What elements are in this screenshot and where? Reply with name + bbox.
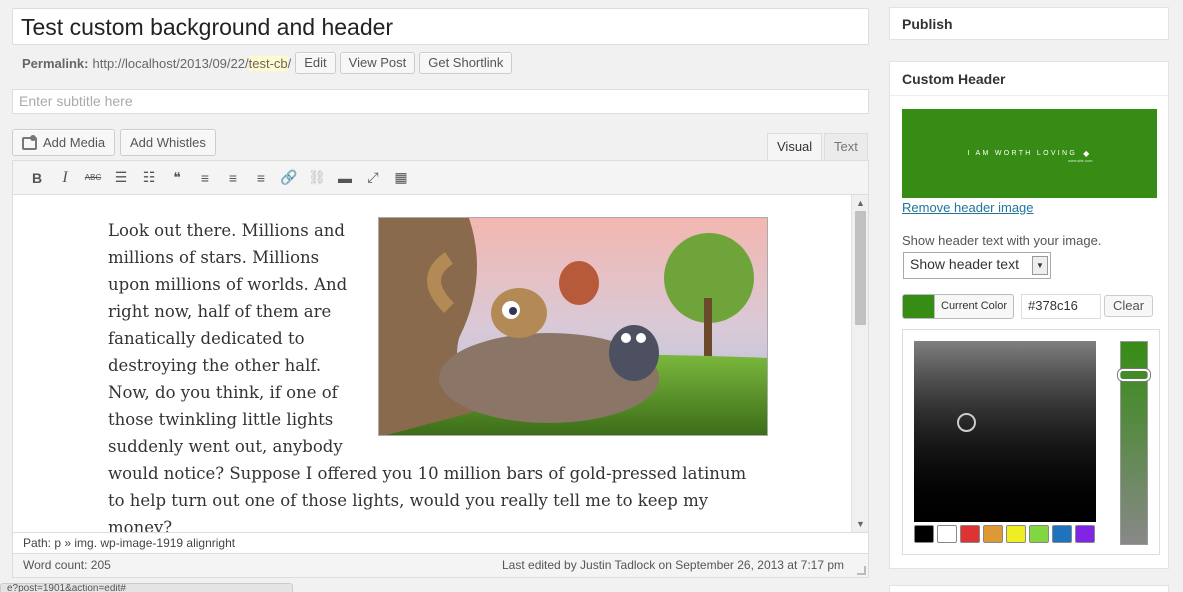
add-whistles-label: Add Whistles	[130, 135, 206, 150]
insert-link-icon[interactable]: 🔗	[275, 164, 303, 192]
show-header-select[interactable]: Show header text ▼	[903, 252, 1051, 279]
spectrum-handle[interactable]	[957, 413, 976, 432]
color-palette	[914, 525, 1098, 543]
show-header-select-value: Show header text	[910, 256, 1019, 272]
edit-permalink-button[interactable]: Edit	[295, 52, 336, 74]
editor-toolbar: B I ABC ☰ ☷ ❝ ≡ ≡ ≡ 🔗 ⛓ ▬ ⤢ ▦	[12, 160, 869, 195]
chevron-down-icon[interactable]: ▼	[1032, 256, 1048, 275]
fullscreen-icon[interactable]: ⤢	[359, 164, 387, 192]
editor-path: Path: p » img. wp-image-1919 alignright	[12, 532, 869, 554]
tab-text[interactable]: Text	[824, 133, 868, 160]
view-post-button[interactable]: View Post	[339, 52, 416, 74]
palette-swatch[interactable]	[1006, 525, 1026, 543]
editor-statusbar: Word count: 205 Last edited by Justin Ta…	[12, 554, 869, 578]
add-media-button[interactable]: Add Media	[12, 129, 116, 156]
remove-header-link[interactable]: Remove header image	[902, 200, 1034, 215]
current-color-button[interactable]: Current Color	[902, 293, 1015, 319]
last-edited: Last edited by Justin Tadlock on Septemb…	[502, 558, 844, 572]
color-spectrum[interactable]	[914, 341, 1096, 522]
scroll-up-arrow-icon[interactable]: ▲	[852, 195, 868, 211]
add-media-label: Add Media	[43, 135, 106, 150]
read-more-icon[interactable]: ▬	[331, 164, 359, 192]
italic-icon[interactable]: I	[51, 164, 79, 192]
header-image-text: I AM WORTH LOVING	[967, 150, 1078, 157]
header-image-preview: I AM WORTH LOVING ◆ www.site.com	[902, 109, 1157, 198]
permalink-slug[interactable]: test-cb	[248, 55, 288, 71]
add-whistles-button[interactable]: Add Whistles	[120, 129, 216, 156]
color-picker-panel	[902, 329, 1160, 555]
permalink-trailing: /	[287, 55, 292, 71]
palette-swatch[interactable]	[937, 525, 957, 543]
custom-header-title[interactable]: Custom Header	[890, 62, 1168, 96]
resize-handle-icon[interactable]	[857, 566, 866, 575]
scroll-down-arrow-icon[interactable]: ▼	[852, 516, 868, 532]
clear-color-button[interactable]: Clear	[1104, 295, 1154, 317]
subtitle-input[interactable]: Enter subtitle here	[12, 89, 869, 114]
align-left-icon[interactable]: ≡	[191, 164, 219, 192]
palette-swatch[interactable]	[983, 525, 1003, 543]
color-picker-row: Current Color #378c16 Clear	[902, 293, 1154, 319]
blockquote-icon[interactable]: ❝	[163, 164, 191, 192]
publish-title[interactable]: Publish	[890, 8, 1168, 41]
bold-icon[interactable]: B	[23, 164, 51, 192]
editor-body[interactable]: Look out there. Millions and millions of…	[108, 217, 768, 532]
unlink-icon[interactable]: ⛓	[303, 164, 331, 192]
add-media-icon	[22, 135, 38, 150]
palette-swatch[interactable]	[914, 525, 934, 543]
next-sidebar-box	[889, 585, 1169, 592]
header-image-subtext: www.site.com	[1068, 158, 1093, 163]
show-header-label: Show header text with your image.	[902, 233, 1102, 248]
strip-handle[interactable]	[1118, 369, 1150, 381]
diamond-icon: ◆	[1083, 149, 1092, 158]
align-center-icon[interactable]: ≡	[219, 164, 247, 192]
custom-header-box: Custom Header I AM WORTH LOVING ◆ www.si…	[889, 61, 1169, 569]
bullet-list-icon[interactable]: ☰	[107, 164, 135, 192]
animated-squirrels-image	[379, 218, 767, 435]
scroll-thumb[interactable]	[855, 211, 866, 325]
palette-swatch[interactable]	[1029, 525, 1049, 543]
numbered-list-icon[interactable]: ☷	[135, 164, 163, 192]
align-right-icon[interactable]: ≡	[247, 164, 275, 192]
current-color-swatch	[903, 294, 935, 318]
permalink-row: Permalink: http://localhost/2013/09/22/t…	[22, 51, 513, 75]
kitchen-sink-icon[interactable]: ▦	[387, 164, 415, 192]
publish-box: Publish	[889, 7, 1169, 40]
permalink-base: http://localhost/2013/09/22/	[92, 55, 249, 71]
strikethrough-icon[interactable]: ABC	[79, 164, 107, 192]
post-title-input[interactable]: Test custom background and header	[12, 8, 869, 45]
permalink-label: Permalink:	[22, 55, 89, 71]
bottom-status-tab: e?post=1901&action=edit#	[0, 583, 293, 592]
palette-swatch[interactable]	[1075, 525, 1095, 543]
spectrum-shade	[914, 341, 1096, 522]
post-image[interactable]	[378, 217, 768, 436]
editor-scrollbar[interactable]: ▲ ▼	[851, 195, 868, 532]
tab-visual[interactable]: Visual	[767, 133, 823, 160]
get-shortlink-button[interactable]: Get Shortlink	[419, 52, 513, 74]
color-strip-slider[interactable]	[1118, 341, 1150, 545]
hex-color-input[interactable]: #378c16	[1021, 293, 1102, 319]
editor-content-area[interactable]: Look out there. Millions and millions of…	[12, 195, 869, 532]
palette-swatch[interactable]	[960, 525, 980, 543]
word-count: Word count: 205	[23, 558, 111, 572]
palette-swatch[interactable]	[1052, 525, 1072, 543]
current-color-label: Current Color	[941, 300, 1008, 312]
